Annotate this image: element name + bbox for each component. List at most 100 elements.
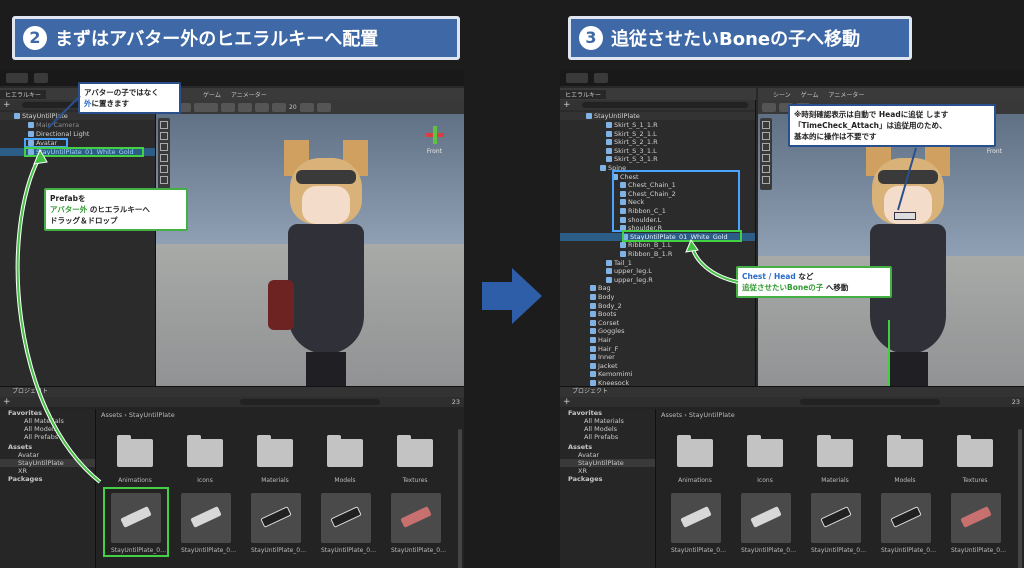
tab-animator[interactable]: アニメーター (824, 90, 870, 99)
hierarchy-row[interactable]: Boots (560, 310, 755, 318)
hierarchy-row[interactable]: Main Camera (0, 121, 155, 129)
toolbar-button[interactable] (255, 102, 269, 112)
hierarchy-row[interactable]: Kemomimi (560, 370, 755, 378)
hierarchy-row[interactable]: Goggles (560, 327, 755, 335)
tab-scene[interactable]: シーン (768, 90, 796, 99)
hierarchy-row[interactable]: Jacket (560, 362, 755, 370)
hierarchy-row[interactable]: Chest_Chain_2 (560, 190, 755, 198)
scale-tool-icon[interactable] (762, 154, 770, 162)
prefab-thumbnail[interactable] (811, 493, 861, 543)
hierarchy-row[interactable]: Kneesock (560, 379, 755, 386)
hierarchy-row[interactable]: Ribbon_C_1 (560, 207, 755, 215)
tab-project[interactable]: プロジェクト (0, 387, 464, 397)
folder-icon[interactable] (745, 433, 785, 469)
tab-game[interactable]: ゲーム (796, 90, 824, 99)
tab-game[interactable]: ゲーム (198, 90, 226, 99)
hand-tool-icon[interactable] (160, 121, 168, 129)
account-icon[interactable] (6, 73, 28, 83)
tree-item[interactable]: All Models (560, 425, 655, 433)
tree-favorites[interactable]: Favorites (560, 409, 655, 417)
tree-assets[interactable]: Assets (0, 443, 95, 451)
add-icon[interactable]: + (3, 397, 11, 407)
hierarchy-row[interactable]: Skirt_S_1_1.R (560, 121, 755, 129)
prefab-thumbnail[interactable] (251, 493, 301, 543)
add-icon[interactable]: + (563, 397, 571, 407)
cloud-icon[interactable] (34, 73, 48, 83)
hierarchy-row[interactable]: Skirt_S_2_1.R (560, 138, 755, 146)
folder-icon[interactable] (185, 433, 225, 469)
rect-tool-icon[interactable] (762, 165, 770, 173)
toolbar-button[interactable] (762, 102, 776, 112)
add-icon[interactable]: + (563, 100, 571, 110)
hierarchy-row[interactable]: Hair_F (560, 345, 755, 353)
toolbar-button[interactable] (221, 102, 235, 112)
toolbar-button[interactable] (238, 102, 252, 112)
tree-item[interactable]: Avatar (560, 451, 655, 459)
toolbar-button[interactable] (316, 102, 331, 112)
rotate-tool-icon[interactable] (160, 143, 168, 151)
hierarchy-row[interactable]: Body_2 (560, 302, 755, 310)
hierarchy-row[interactable]: Spine (560, 164, 755, 172)
tree-item[interactable]: XR (560, 467, 655, 475)
folder-icon[interactable] (395, 433, 435, 469)
hierarchy-row[interactable]: Neck (560, 198, 755, 206)
move-tool-icon[interactable] (160, 132, 168, 140)
tab-hierarchy[interactable]: ヒエラルキー (560, 89, 607, 99)
prefab-thumbnail[interactable] (741, 493, 791, 543)
prefab-thumbnail[interactable] (671, 493, 721, 543)
hierarchy-row[interactable]: Ribbon_B_1.L (560, 241, 755, 249)
transform-tool-icon[interactable] (160, 176, 168, 184)
hand-tool-icon[interactable] (762, 121, 770, 129)
hierarchy-row[interactable]: Bag (560, 284, 755, 292)
hierarchy-row-root[interactable]: StayUntilPlate (560, 112, 755, 120)
hierarchy-row[interactable]: shoulder.R (560, 224, 755, 232)
tab-hierarchy[interactable]: ヒエラルキー (0, 89, 47, 99)
folder-icon[interactable] (255, 433, 295, 469)
toolbar-button[interactable] (272, 102, 286, 112)
tree-item-selected[interactable]: StayUntilPlate (0, 459, 95, 467)
ortho-size[interactable]: 20 (289, 104, 297, 111)
view-gizmo[interactable] (426, 126, 444, 144)
hierarchy-row[interactable]: Ribbon_B_1.R (560, 250, 755, 258)
hierarchy-row[interactable]: Skirt_S_3_1.L (560, 147, 755, 155)
add-icon[interactable]: + (3, 100, 11, 110)
tree-item[interactable]: XR (0, 467, 95, 475)
toolbar-button[interactable] (299, 102, 314, 112)
project-search[interactable] (240, 399, 380, 405)
tree-item[interactable]: All Materials (560, 417, 655, 425)
folder-icon[interactable] (115, 433, 155, 469)
scrollbar[interactable] (458, 429, 462, 568)
tree-item[interactable]: All Models (0, 425, 95, 433)
hierarchy-row-plate[interactable]: StayUntilPlate_01_White_Gold (0, 148, 155, 156)
hierarchy-row[interactable]: Directional Light (0, 130, 155, 138)
rotate-tool-icon[interactable] (762, 143, 770, 151)
hierarchy-row-plate[interactable]: StayUntilPlate_01_White_Gold (560, 232, 755, 241)
prefab-thumbnail[interactable] (111, 493, 161, 543)
rect-tool-icon[interactable] (160, 165, 168, 173)
tree-item[interactable]: All Prefabs (0, 433, 95, 441)
toolbar-button[interactable] (194, 102, 218, 112)
tab-project[interactable]: プロジェクト (560, 387, 1024, 397)
folder-icon[interactable] (885, 433, 925, 469)
folder-icon[interactable] (955, 433, 995, 469)
prefab-thumbnail[interactable] (881, 493, 931, 543)
scene-view[interactable]: 20 Front (156, 100, 464, 400)
hierarchy-row[interactable]: Chest_Chain_1 (560, 181, 755, 189)
cloud-icon[interactable] (594, 73, 608, 83)
scrollbar[interactable] (1018, 429, 1022, 568)
tree-packages[interactable]: Packages (560, 475, 655, 483)
prefab-thumbnail[interactable] (321, 493, 371, 543)
project-search[interactable] (800, 399, 940, 405)
account-icon[interactable] (566, 73, 588, 83)
move-tool-icon[interactable] (762, 132, 770, 140)
tree-packages[interactable]: Packages (0, 475, 95, 483)
hierarchy-row[interactable]: Skirt_S_2_1.L (560, 130, 755, 138)
tree-favorites[interactable]: Favorites (0, 409, 95, 417)
hierarchy-search[interactable] (582, 102, 748, 108)
tab-animator[interactable]: アニメーター (226, 90, 272, 99)
hierarchy-row[interactable]: Body (560, 293, 755, 301)
folder-icon[interactable] (675, 433, 715, 469)
folder-icon[interactable] (815, 433, 855, 469)
hierarchy-row[interactable]: upper_leg.L (560, 267, 755, 275)
prefab-thumbnail[interactable] (951, 493, 1001, 543)
